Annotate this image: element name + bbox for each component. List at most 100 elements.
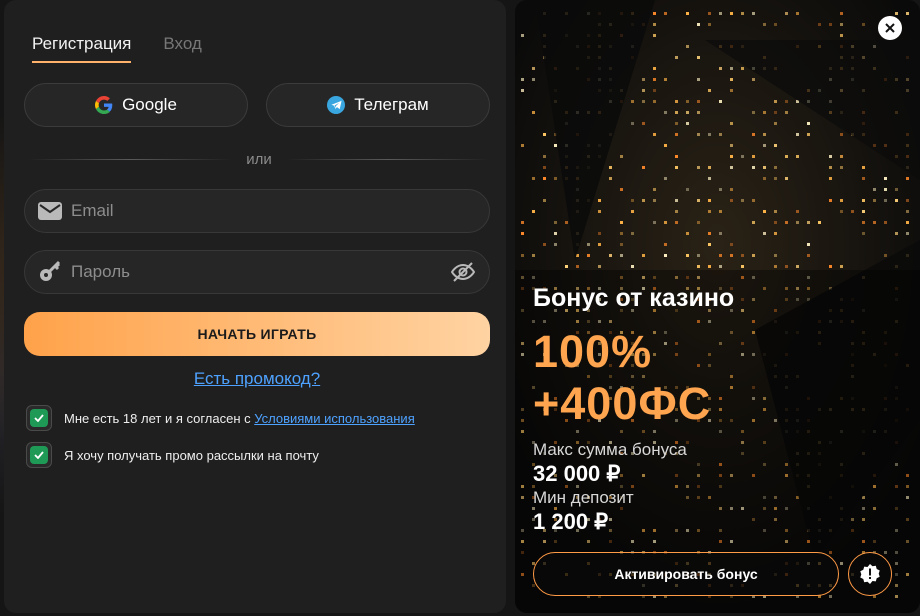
light-dot — [697, 23, 700, 26]
light-dot — [708, 89, 711, 92]
password-field[interactable] — [24, 250, 490, 294]
activate-bonus-button[interactable]: Активировать бонус — [533, 552, 839, 596]
light-dot — [785, 177, 788, 180]
light-dot — [521, 221, 524, 224]
light-dot — [521, 34, 524, 37]
light-dot — [873, 199, 876, 202]
terms-checkbox[interactable] — [26, 405, 52, 431]
light-dot — [521, 144, 524, 147]
light-dot — [653, 67, 656, 70]
social-login-row: Google Телеграм — [24, 83, 490, 127]
light-dot — [598, 265, 601, 268]
light-dot — [851, 210, 854, 213]
tab-login[interactable]: Вход — [163, 34, 201, 63]
info-icon — [860, 564, 880, 584]
light-dot — [554, 177, 557, 180]
light-dot — [664, 111, 667, 114]
terms-consent-row: Мне есть 18 лет и я согласен с Условиями… — [26, 405, 415, 431]
close-button[interactable] — [878, 16, 902, 40]
light-dot — [675, 133, 678, 136]
light-dot — [543, 166, 546, 169]
google-login-label: Google — [122, 95, 177, 114]
light-dot — [774, 254, 777, 257]
light-dot — [521, 78, 524, 81]
promo-mail-checkbox[interactable] — [26, 442, 52, 468]
light-dot — [620, 243, 623, 246]
light-dot — [763, 210, 766, 213]
light-dot — [906, 221, 909, 224]
light-dot — [554, 232, 557, 235]
light-dot — [620, 232, 623, 235]
light-dot — [862, 23, 865, 26]
light-dot — [862, 199, 865, 202]
light-dot — [840, 155, 843, 158]
light-dot — [532, 111, 535, 114]
google-login-button[interactable]: Google — [24, 83, 248, 127]
light-dot — [785, 221, 788, 224]
light-dot — [598, 210, 601, 213]
light-dot — [675, 122, 678, 125]
light-dot — [752, 166, 755, 169]
light-dot — [675, 100, 678, 103]
light-dot — [730, 243, 733, 246]
light-dot — [642, 166, 645, 169]
light-dot — [752, 221, 755, 224]
light-dot — [906, 199, 909, 202]
light-dot — [884, 254, 887, 257]
light-dot — [631, 100, 634, 103]
light-dot — [807, 133, 810, 136]
light-dot — [653, 23, 656, 26]
light-dot — [719, 210, 722, 213]
light-dot — [675, 111, 678, 114]
light-dot — [543, 155, 546, 158]
light-dot — [532, 67, 535, 70]
light-dot — [895, 12, 898, 15]
light-dot — [664, 144, 667, 147]
check-icon — [34, 451, 44, 459]
light-dot — [895, 188, 898, 191]
light-dot — [697, 221, 700, 224]
tab-registration[interactable]: Регистрация — [32, 34, 132, 63]
terms-link[interactable]: Условиями использования — [254, 411, 415, 426]
light-dot — [796, 12, 799, 15]
light-dot — [675, 56, 678, 59]
light-dot — [730, 122, 733, 125]
light-dot — [730, 166, 733, 169]
light-dot — [642, 254, 645, 257]
light-dot — [741, 199, 744, 202]
light-dot — [598, 232, 601, 235]
check-icon — [34, 414, 44, 422]
email-field[interactable] — [24, 189, 490, 233]
light-dot — [653, 188, 656, 191]
light-dot — [796, 210, 799, 213]
light-dot — [653, 89, 656, 92]
light-dot — [543, 177, 546, 180]
light-dot — [774, 111, 777, 114]
light-dot — [532, 78, 535, 81]
light-dot — [565, 265, 568, 268]
start-playing-button[interactable]: НАЧАТЬ ИГРАТЬ — [24, 312, 490, 356]
auth-tabs: Регистрация Вход — [32, 34, 202, 63]
light-dot — [752, 12, 755, 15]
promo-code-link[interactable]: Есть промокод? — [194, 369, 320, 388]
light-dot — [609, 166, 612, 169]
light-dot — [763, 23, 766, 26]
light-dot — [807, 122, 810, 125]
light-dot — [686, 12, 689, 15]
email-input[interactable] — [71, 201, 431, 221]
light-dot — [884, 177, 887, 180]
light-dot — [708, 232, 711, 235]
light-dot — [543, 243, 546, 246]
password-input[interactable] — [71, 262, 431, 282]
bonus-info-button[interactable] — [848, 552, 892, 596]
eye-off-icon[interactable] — [450, 261, 476, 288]
light-dot — [796, 155, 799, 158]
bonus-free-spins: +400ФС — [533, 378, 712, 429]
light-dot — [653, 199, 656, 202]
light-dot — [686, 122, 689, 125]
light-dot — [818, 23, 821, 26]
light-dot — [664, 12, 667, 15]
light-dot — [686, 100, 689, 103]
light-dot — [543, 133, 546, 136]
telegram-login-button[interactable]: Телеграм — [266, 83, 490, 127]
